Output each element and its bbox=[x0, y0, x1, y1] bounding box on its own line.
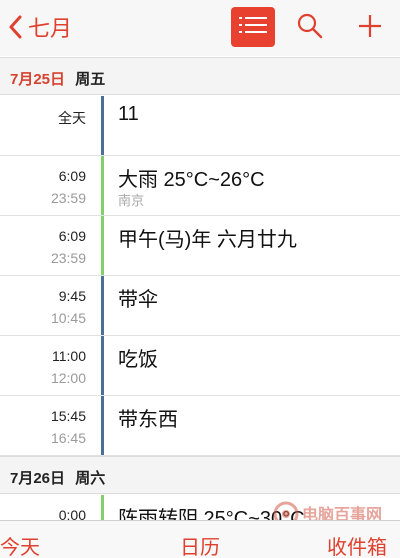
list-icon bbox=[239, 15, 267, 40]
event-title: 吃饭 bbox=[118, 349, 158, 371]
event-row[interactable]: 6:09 23:59 大雨 25°C~26°C 南京 bbox=[0, 156, 400, 216]
plus-icon bbox=[358, 14, 382, 43]
event-start-time: 6:09 bbox=[58, 168, 86, 184]
day-header-weekday: 周五 bbox=[75, 71, 106, 88]
calendar-color-bar bbox=[101, 336, 104, 395]
chevron-left-icon bbox=[8, 15, 22, 39]
event-end-time: 23:59 bbox=[50, 250, 86, 266]
event-row[interactable]: 9:45 10:45 带伞 bbox=[0, 276, 400, 336]
event-start-time: 9:45 bbox=[58, 288, 86, 304]
event-start-time: 全天 bbox=[58, 110, 86, 126]
event-title: 大雨 25°C~26°C bbox=[118, 169, 265, 191]
event-start-time: 15:45 bbox=[50, 408, 86, 424]
event-start-time: 6:09 bbox=[58, 228, 86, 244]
back-label: 七月 bbox=[28, 16, 73, 41]
event-end-time: 10:45 bbox=[50, 310, 86, 326]
event-title: 11 bbox=[118, 103, 139, 125]
search-button[interactable] bbox=[294, 12, 326, 44]
calendar-color-bar bbox=[101, 96, 104, 155]
day-header: 7月26日 周六 bbox=[0, 456, 400, 494]
event-row[interactable]: 11:00 12:00 吃饭 bbox=[0, 336, 400, 396]
list-view-button[interactable] bbox=[231, 7, 275, 47]
tab-bar: 今天 日历 收件箱 bbox=[0, 520, 400, 558]
search-icon bbox=[297, 13, 323, 44]
event-title: 带伞 bbox=[118, 289, 158, 311]
calendar-color-bar bbox=[101, 396, 104, 455]
day-header: 7月25日 周五 bbox=[0, 57, 400, 95]
calendar-color-bar bbox=[101, 276, 104, 335]
event-row[interactable]: 6:09 23:59 甲午(马)年 六月廿九 bbox=[0, 216, 400, 276]
calendar-color-bar bbox=[101, 216, 104, 275]
event-end-time: 12:00 bbox=[50, 370, 86, 386]
event-title: 带东西 bbox=[118, 409, 178, 431]
day-header-date: 7月25日 bbox=[10, 71, 66, 88]
event-end-time: 16:45 bbox=[50, 430, 86, 446]
nav-bar: 七月 bbox=[0, 0, 400, 56]
tab-today[interactable]: 今天 bbox=[0, 531, 40, 558]
calendar-color-bar bbox=[101, 156, 104, 215]
add-event-button[interactable] bbox=[354, 12, 386, 44]
event-end-time: 23:59 bbox=[50, 190, 86, 206]
event-row[interactable]: 全天 11 bbox=[0, 96, 400, 156]
back-button[interactable]: 七月 bbox=[8, 10, 72, 44]
tab-inbox[interactable]: 收件箱 bbox=[327, 531, 387, 558]
event-location: 南京 bbox=[118, 193, 145, 208]
day-header-date: 7月26日 bbox=[10, 470, 66, 487]
event-start-time: 11:00 bbox=[52, 348, 86, 364]
event-row[interactable]: 15:45 16:45 带东西 bbox=[0, 396, 400, 456]
tab-calendars[interactable]: 日历 bbox=[180, 531, 220, 558]
day-header-weekday: 周六 bbox=[75, 470, 106, 487]
event-title: 甲午(马)年 六月廿九 bbox=[118, 229, 297, 251]
